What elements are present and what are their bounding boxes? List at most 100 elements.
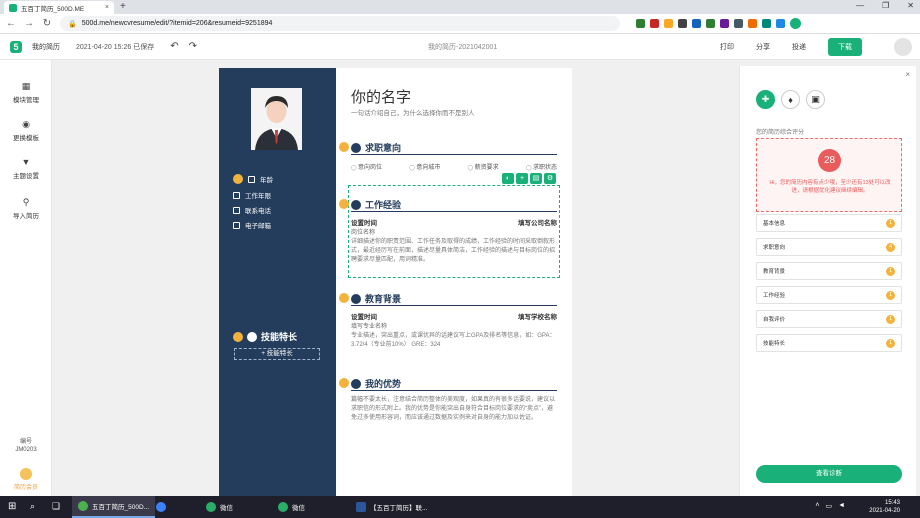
extension-icon[interactable]: [692, 19, 701, 28]
vip-entry[interactable]: 简历会员: [0, 468, 52, 491]
clock-time: 15:43: [884, 500, 900, 506]
tab-examples[interactable]: ▣: [806, 90, 825, 109]
app-logo[interactable]: 5: [10, 40, 22, 53]
phone-label: 联系电话: [245, 208, 271, 215]
extension-icon[interactable]: [720, 19, 729, 28]
url-field[interactable]: 🔒 500d.me/newcvresume/edit/?itemid=206&r…: [60, 16, 620, 31]
diagnosis-count-badge: 1: [886, 266, 895, 276]
diagnosis-item[interactable]: 工作经验 1: [756, 286, 902, 304]
profile-avatar[interactable]: [790, 18, 801, 29]
extension-icon[interactable]: [748, 19, 757, 28]
section-title-advantage[interactable]: 我的优势: [351, 377, 401, 390]
email-row[interactable]: 电子邮箱: [233, 220, 271, 230]
clock[interactable]: 15:43 2021-04-20: [869, 499, 900, 515]
forward-icon[interactable]: →: [24, 18, 34, 29]
close-window-button[interactable]: ✕: [907, 1, 914, 10]
download-button[interactable]: 下载: [828, 37, 862, 56]
user-avatar[interactable]: [894, 38, 912, 56]
task-view-icon[interactable]: ❏: [52, 501, 60, 512]
education-entry-header[interactable]: 设置时间 填写学校名称: [351, 311, 557, 321]
taskbar-app-wechat[interactable]: 微信: [272, 496, 311, 518]
work-position[interactable]: 岗位名称: [351, 227, 375, 236]
education-major[interactable]: 填写专业名称: [351, 321, 387, 330]
extension-icon[interactable]: [678, 19, 687, 28]
intent-city[interactable]: 意向城市: [409, 162, 440, 171]
minimize-button[interactable]: —: [856, 1, 864, 10]
advantage-description[interactable]: 篇幅不要太长，注意结合简历整体的美观度，如果真的有很多话要说，建议以求职信的形式…: [351, 396, 557, 423]
taskbar-app-wechat[interactable]: 微信: [200, 496, 239, 518]
tab-tips[interactable]: ♦: [781, 90, 800, 109]
work-company[interactable]: 填写公司名称: [518, 217, 557, 227]
taskbar-app-check[interactable]: [150, 496, 176, 518]
my-resume-menu[interactable]: 我的简历: [32, 42, 60, 52]
sidebar-item-module-manage[interactable]: ▦ 模块管理: [0, 82, 52, 105]
diagnosis-item[interactable]: 基本信息 1: [756, 214, 902, 232]
sidebar-item-import[interactable]: ⚲ 导入简历: [0, 198, 52, 221]
new-tab-button[interactable]: +: [120, 1, 126, 12]
tab-close-icon[interactable]: ×: [105, 4, 109, 11]
search-icon[interactable]: ⌕: [30, 501, 35, 512]
work-description[interactable]: 详细描述你的职责范围、工作任务及取得的成绩，工作经验的时间采取倒叙形式，最近经历…: [351, 238, 557, 265]
intent-status[interactable]: 求职状态: [526, 162, 557, 171]
style-button[interactable]: ◐: [502, 173, 514, 184]
work-years-row[interactable]: 工作年限: [233, 190, 271, 200]
layout-button[interactable]: ▤: [530, 173, 542, 184]
tab-diagnosis[interactable]: ✚: [756, 90, 775, 109]
sidebar-item-change-template[interactable]: ◉ 更换模板: [0, 120, 52, 143]
windows-start-icon[interactable]: ⊞: [8, 501, 16, 512]
diagnosis-item[interactable]: 自我评价 1: [756, 310, 902, 328]
taskbar-app-chrome[interactable]: 五百丁简历_500D...: [72, 496, 156, 518]
lock-icon: 🔒: [68, 20, 77, 28]
resume-name[interactable]: 你的名字: [351, 86, 411, 107]
resume-tagline[interactable]: 一句话介绍自己，为什么选择你而不是别人: [351, 107, 475, 117]
section-divider: [351, 390, 557, 391]
phone-row[interactable]: 联系电话: [233, 205, 271, 215]
resume-left-column: 年龄 工作年限 联系电话 电子邮箱 技能特长 + 技能特长: [219, 68, 336, 496]
intent-position[interactable]: 意向岗位: [351, 162, 382, 171]
extension-icon[interactable]: [734, 19, 743, 28]
extension-icon[interactable]: [776, 19, 785, 28]
extension-icon[interactable]: [650, 19, 659, 28]
back-icon[interactable]: ←: [6, 18, 16, 29]
view-diagnosis-button[interactable]: 查看诊断: [756, 465, 902, 483]
section-title-intent[interactable]: 求职意向: [351, 141, 401, 154]
extension-icon[interactable]: [636, 19, 645, 28]
document-name[interactable]: 我的简历-2021042001: [428, 42, 497, 52]
extension-icon[interactable]: [762, 19, 771, 28]
network-icon[interactable]: ▭: [825, 502, 832, 510]
skills-title[interactable]: 技能特长: [233, 330, 297, 343]
briefcase-icon: [351, 199, 361, 210]
education-description[interactable]: 专业描述，突出重点，或课优异的话建议写上GPA及排名等信息，如：GPA：3.72…: [351, 332, 557, 350]
share-button[interactable]: 分享: [756, 42, 770, 52]
work-entry-header[interactable]: 设置时间 填写公司名称: [351, 217, 557, 227]
intent-salary[interactable]: 薪资要求: [468, 162, 499, 171]
section-title-education[interactable]: 教育背景: [351, 292, 401, 305]
education-time[interactable]: 设置时间: [351, 311, 377, 321]
add-skill-button[interactable]: + 技能特长: [234, 348, 320, 360]
add-entry-button[interactable]: +: [516, 173, 528, 184]
redo-icon[interactable]: ↷: [189, 41, 197, 52]
diagnosis-item[interactable]: 求职意向 4: [756, 238, 902, 256]
age-row[interactable]: 年龄: [233, 174, 273, 184]
maximize-button[interactable]: ❐: [882, 1, 889, 10]
diagnosis-item[interactable]: 教育背景 1: [756, 262, 902, 280]
work-time[interactable]: 设置时间: [351, 217, 377, 227]
extension-icon[interactable]: [664, 19, 673, 28]
diagnosis-item[interactable]: 技能特长 1: [756, 334, 902, 352]
undo-icon[interactable]: ↶: [170, 41, 178, 52]
section-title-work[interactable]: 工作经验: [351, 198, 401, 211]
panel-close-icon[interactable]: ×: [905, 70, 910, 79]
profile-photo[interactable]: [251, 88, 302, 150]
education-school[interactable]: 填写学校名称: [518, 311, 557, 321]
wechat-icon: [206, 502, 216, 512]
deliver-button[interactable]: 投递: [792, 42, 806, 52]
chevron-up-icon[interactable]: ˄: [815, 502, 819, 510]
extension-icon[interactable]: [706, 19, 715, 28]
settings-button[interactable]: ⚙: [544, 173, 556, 184]
sidebar-item-theme[interactable]: ▼ 主题设置: [0, 158, 52, 181]
reload-icon[interactable]: ↻: [42, 18, 52, 29]
taskbar-app-word[interactable]: 【五百丁简历】联...: [350, 496, 433, 518]
volume-icon[interactable]: ◄: [838, 502, 845, 510]
browser-tab[interactable]: 五百丁简历_500D.ME ×: [4, 1, 114, 14]
print-button[interactable]: 打印: [720, 42, 734, 52]
